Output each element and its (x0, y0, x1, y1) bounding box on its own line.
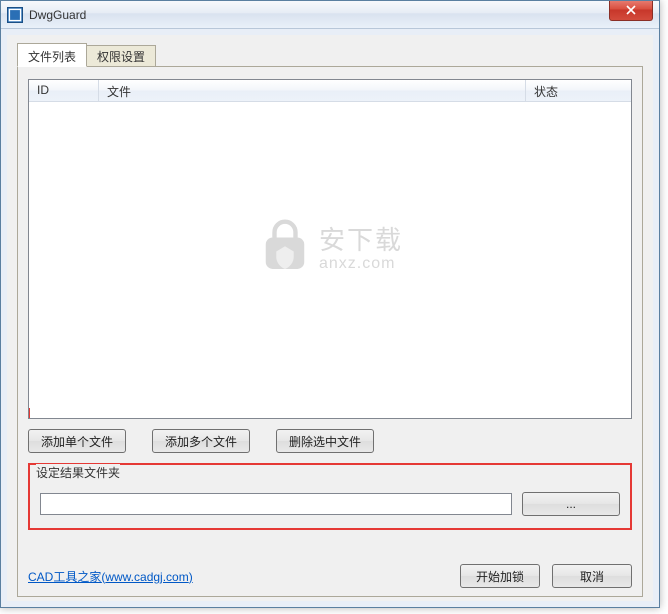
red-marker (29, 408, 30, 418)
footer-link-url[interactable]: www.cadgj.com (105, 570, 188, 584)
add-multiple-files-button[interactable]: 添加多个文件 (152, 429, 250, 453)
tabstrip: 文件列表 权限设置 (17, 43, 643, 67)
result-folder-row: ... (40, 492, 620, 516)
file-buttons-row: 添加单个文件 添加多个文件 删除选中文件 (28, 429, 632, 453)
watermark-text-cn: 安下载 (319, 220, 403, 257)
titlebar[interactable]: DwgGuard (1, 1, 659, 29)
file-table[interactable]: ID 文件 状态 安下载 anxz.com (28, 79, 632, 419)
add-single-file-button[interactable]: 添加单个文件 (28, 429, 126, 453)
column-header-status[interactable]: 状态 (526, 80, 631, 101)
window-title: DwgGuard (29, 8, 609, 22)
watermark: 安下载 anxz.com (257, 218, 403, 274)
start-lock-button[interactable]: 开始加锁 (460, 564, 540, 588)
footer: CAD工具之家(www.cadgj.com) 开始加锁 取消 (28, 552, 632, 588)
tab-permission[interactable]: 权限设置 (86, 45, 156, 67)
result-folder-input[interactable] (40, 493, 512, 515)
lock-bag-icon (257, 218, 313, 274)
footer-buttons: 开始加锁 取消 (460, 564, 632, 588)
close-button[interactable] (609, 1, 653, 21)
client-area: 文件列表 权限设置 ID 文件 状态 安下载 (1, 29, 659, 607)
table-header-row: ID 文件 状态 (29, 80, 631, 102)
app-icon (7, 7, 23, 23)
result-folder-group: 设定结果文件夹 ... (28, 463, 632, 530)
cancel-button[interactable]: 取消 (552, 564, 632, 588)
tab-file-list[interactable]: 文件列表 (17, 43, 87, 67)
delete-selected-file-button[interactable]: 删除选中文件 (276, 429, 374, 453)
footer-link-text[interactable]: CAD工具之家 (28, 570, 101, 584)
watermark-text-url: anxz.com (319, 255, 403, 273)
tab-panel-file-list: ID 文件 状态 安下载 anxz.com (17, 66, 643, 597)
column-header-id[interactable]: ID (29, 80, 99, 101)
close-icon (626, 5, 636, 15)
footer-link[interactable]: CAD工具之家(www.cadgj.com) (28, 568, 193, 585)
column-header-file[interactable]: 文件 (99, 80, 526, 101)
browse-button[interactable]: ... (522, 492, 620, 516)
app-window: DwgGuard 文件列表 权限设置 ID 文件 状态 (0, 0, 660, 608)
result-folder-label: 设定结果文件夹 (36, 464, 120, 481)
